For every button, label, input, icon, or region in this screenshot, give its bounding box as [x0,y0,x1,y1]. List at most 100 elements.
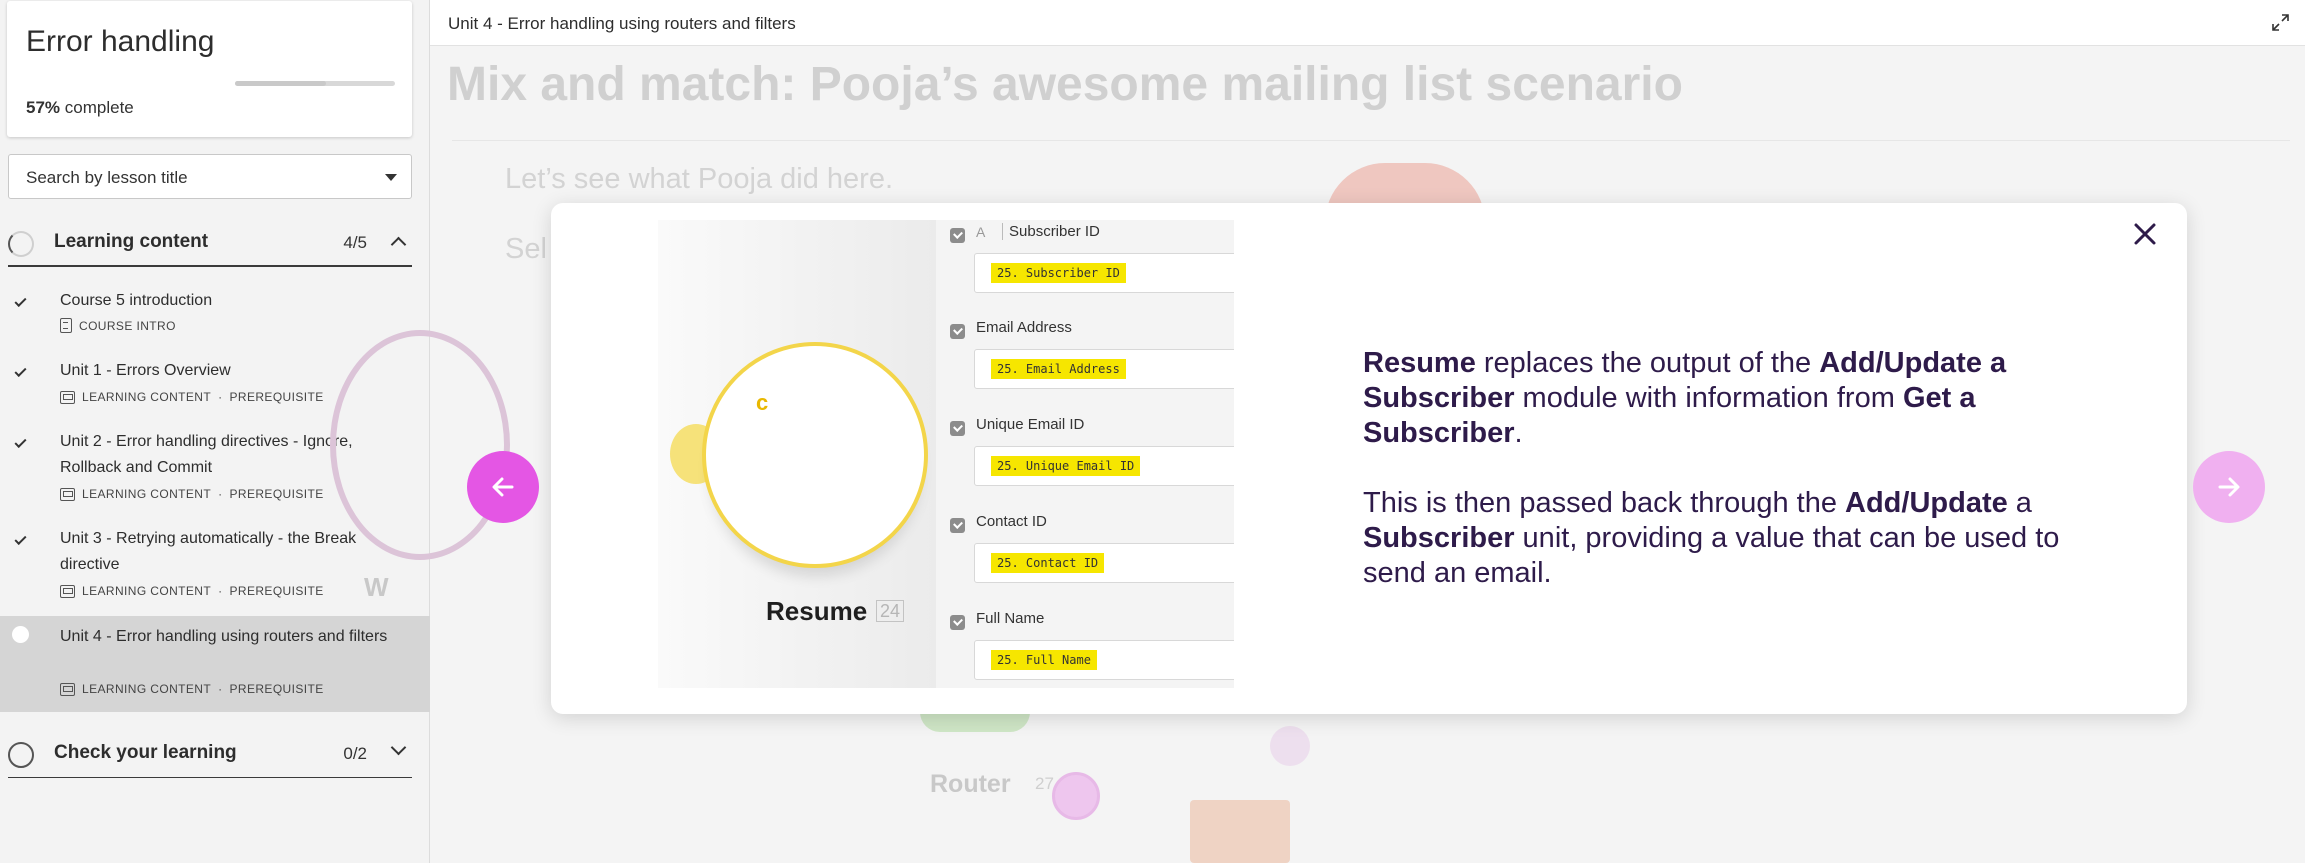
term: Subscriber [1363,522,1515,554]
text: replaces the output of the [1475,347,1820,379]
lesson-type: COURSE INTRO [79,318,176,333]
intro-text: Let’s see what Pooja did here. [505,163,894,195]
expand-icon[interactable] [2272,14,2289,31]
progress-bar [235,81,395,86]
text: . [1514,417,1523,449]
background-module-shape [1190,800,1290,863]
lesson-title: Unit 1 - Errors Overview [60,362,231,379]
course-progress-card: Error handling 57% complete [7,1,412,137]
check-icon [14,364,27,378]
divider [452,140,2290,141]
meta-separator: · [218,584,223,598]
checkbox-icon [950,324,965,339]
lesson-title: Unit 3 - Retrying automatically - the Br… [60,530,357,573]
background-module-label: W [364,572,389,602]
lesson-content-icon [60,682,75,696]
field-name: Email Address [976,319,1072,336]
field-name: Subscriber ID [1002,223,1100,240]
text: module with information from [1514,382,1903,414]
lesson-title: Unit 4 - Error handling using routers an… [60,628,388,645]
intro-text-2: Sel [505,233,547,265]
section-label: Check your learning [54,742,237,763]
chevron-down-icon [390,739,407,756]
lesson-item-course-intro[interactable]: Course 5 introduction COURSE INTRO [0,288,430,344]
progress-suffix: complete [64,98,134,117]
course-title: Error handling [26,25,215,58]
check-icon [14,435,27,449]
lesson-meta: LEARNING CONTENT · PREREQUISITE [60,390,324,404]
checkbox-icon [950,518,965,533]
meta-separator: · [218,390,223,404]
arrow-left-icon [492,477,514,497]
progress-text: 57% complete [26,98,134,118]
module-number: 24 [876,600,905,622]
caret-down-icon [385,174,397,181]
lesson-meta: LEARNING CONTENT · PREREQUISITE [60,584,324,598]
lesson-search-placeholder: Search by lesson title [26,168,188,187]
background-module-ring [330,330,510,560]
field-value: 25. Contact ID [991,553,1105,573]
lesson-requirement: PREREQUISITE [229,487,324,501]
section-learning-content[interactable]: Learning content 4/5 [8,217,412,267]
field-value: 25. Unique Email ID [991,456,1141,476]
arrow-right-icon [2218,477,2240,497]
previous-button[interactable] [467,451,539,523]
section-count: 0/2 [343,744,367,763]
term: Add/Update [1845,487,2008,519]
lesson-type: LEARNING CONTENT [82,682,212,696]
lesson-requirement: PREREQUISITE [229,584,324,598]
progress-fill [235,81,327,86]
text: This is then passed back through the [1363,487,1846,519]
modal-description: Resume replaces the output of the Add/Up… [1363,346,2123,591]
lesson-content-icon [60,584,75,598]
page-heading: Mix and match: Pooja’s awesome mailing l… [447,58,1683,111]
lesson-type: LEARNING CONTENT [82,487,212,501]
lesson-requirement: PREREQUISITE [229,390,324,404]
field-input: 25. Unique Email ID [974,446,1234,486]
unit-title: Unit 4 - Error handling using routers an… [448,14,796,33]
description-paragraph: This is then passed back through the Add… [1363,486,2123,591]
background-router-number: 27 [1035,774,1054,793]
lesson-item-unit-4[interactable]: Unit 4 - Error handling using routers an… [0,616,430,712]
lesson-meta: LEARNING CONTENT · PREREQUISITE [60,682,324,696]
lesson-title: Course 5 introduction [60,292,213,309]
field-value: 25. Email Address [991,359,1126,379]
unit-topbar: Unit 4 - Error handling using routers an… [430,0,2305,46]
current-lesson-indicator [12,626,29,643]
module-label: Resume [766,596,868,626]
lesson-requirement: PREREQUISITE [229,682,324,696]
resume-glyph: c [756,390,769,415]
section-progress-icon [8,742,34,768]
field-input: 25. Full Name [974,640,1234,680]
field-value: 25. Full Name [991,650,1097,670]
meta-separator: · [218,487,223,501]
lesson-type: LEARNING CONTENT [82,390,212,404]
background-router-shape [920,712,1030,732]
lesson-search-select[interactable]: Search by lesson title [8,154,412,199]
section-check-your-learning[interactable]: Check your learning 0/2 [8,728,412,778]
resume-module-icon [702,342,928,568]
background-add-icon [1270,726,1310,766]
description-paragraph: Resume replaces the output of the Add/Up… [1363,346,2123,451]
chevron-up-icon [390,236,407,253]
close-icon[interactable] [2130,219,2160,249]
field-input: 25. Subscriber ID [974,253,1234,293]
lesson-content-icon [60,487,75,501]
field-value: 25. Subscriber ID [991,263,1126,283]
next-button[interactable] [2193,451,2265,523]
field-input: 25. Email Address [974,349,1234,389]
field-name: Full Name [976,610,1045,627]
background-add-icon [1052,772,1100,820]
text: a [2007,487,2032,519]
background-router-label: Router [930,770,1011,798]
lesson-type: LEARNING CONTENT [82,584,212,598]
lesson-meta: LEARNING CONTENT · PREREQUISITE [60,487,324,501]
checkbox-icon [950,615,965,630]
scenario-screenshot: c Resume 24 A Subscriber ID 25. Subscrib… [658,220,1234,688]
check-icon [14,294,27,308]
field-name: Contact ID [976,513,1047,530]
check-icon [14,532,27,546]
lesson-meta: COURSE INTRO [60,318,176,333]
lesson-content-icon [60,390,75,404]
course-intro-icon [60,318,72,333]
